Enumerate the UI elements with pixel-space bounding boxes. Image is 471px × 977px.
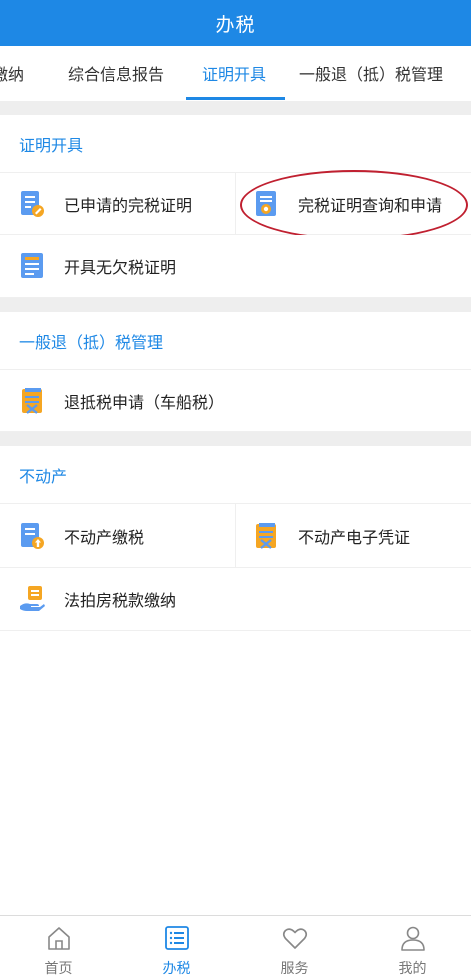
menu-item-real-estate-tax-payment[interactable]: 不动产缴税 [19, 504, 144, 567]
menu-row: 不动产缴税 不动产电子凭证 [0, 504, 471, 568]
section-gap [0, 432, 471, 446]
section-title: 不动产 [19, 467, 68, 486]
tab-payment[interactable]: 缴纳 [0, 46, 24, 101]
menu-item-label: 不动产缴税 [64, 527, 145, 547]
menu-row: 法拍房税款缴纳 [0, 568, 471, 631]
section-gap [0, 298, 471, 312]
menu-item-real-estate-e-voucher[interactable]: 不动产电子凭证 [253, 504, 410, 567]
section-header-certificate: 证明开具 [0, 115, 471, 173]
menu-item-label: 不动产电子凭证 [298, 527, 411, 547]
bottom-navigation: 首页 办税 服务 我的 [0, 915, 471, 977]
section-header-realestate: 不动产 [0, 446, 471, 504]
active-tab-indicator [186, 97, 285, 100]
section-header-refund: 一般退（抵）税管理 [0, 312, 471, 370]
tab-info-report[interactable]: 综合信息报告 [68, 46, 164, 101]
tab-bar: 缴纳 综合信息报告 证明开具 一般退（抵）税管理 [0, 46, 471, 101]
nav-service[interactable]: 服务 [236, 916, 353, 977]
document-seal-icon [256, 190, 276, 216]
menu-item-label: 开具无欠税证明 [64, 258, 177, 277]
column-divider [235, 504, 236, 567]
tab-refund-management[interactable]: 一般退（抵）税管理 [299, 46, 443, 101]
tax-hand-icon [20, 586, 45, 611]
menu-item-label: 法拍房税款缴纳 [64, 591, 177, 610]
menu-item-auction-house-tax-payment[interactable]: 法拍房税款缴纳 [19, 568, 176, 630]
heart-icon [282, 928, 307, 949]
document-edit-icon [21, 190, 44, 217]
nav-label: 我的 [398, 961, 427, 977]
menu-item-label: 退抵税申请（车船税） [64, 392, 225, 412]
nav-tax-handling[interactable]: 办税 [118, 916, 235, 977]
document-cross-icon [256, 522, 276, 549]
document-upload-icon [21, 522, 44, 549]
menu-item-label: 已申请的完税证明 [64, 195, 193, 215]
nav-label: 首页 [44, 961, 73, 977]
document-cross-icon [22, 387, 42, 414]
menu-item-label: 完税证明查询和申请 [298, 195, 443, 215]
home-icon [47, 927, 70, 950]
section-gap [0, 101, 471, 115]
page-title: 办税 [215, 13, 256, 36]
nav-label: 办税 [162, 961, 191, 977]
menu-row: 退抵税申请（车船税） [0, 370, 471, 432]
nav-label: 服务 [280, 961, 309, 977]
section-title: 一般退（抵）税管理 [19, 333, 164, 352]
nav-home[interactable]: 首页 [0, 916, 117, 977]
menu-item-applied-certificates[interactable]: 已申请的完税证明 [19, 173, 192, 234]
column-divider [235, 173, 236, 234]
nav-mine[interactable]: 我的 [354, 916, 471, 977]
menu-item-tax-certificate-query[interactable]: 完税证明查询和申请 [253, 173, 442, 234]
menu-item-vehicle-tax-refund[interactable]: 退抵税申请（车船税） [19, 370, 224, 431]
menu-item-no-tax-owed-certificate[interactable]: 开具无欠税证明 [19, 235, 176, 297]
document-list-icon [21, 253, 43, 278]
list-icon [164, 926, 189, 950]
section-title: 证明开具 [19, 136, 84, 155]
top-bar: 办税 [0, 0, 471, 46]
menu-row: 开具无欠税证明 [0, 235, 471, 298]
user-icon [400, 926, 425, 951]
menu-row: 已申请的完税证明 完税证明查询和申请 [0, 173, 471, 235]
tab-certificate[interactable]: 证明开具 [202, 46, 266, 101]
